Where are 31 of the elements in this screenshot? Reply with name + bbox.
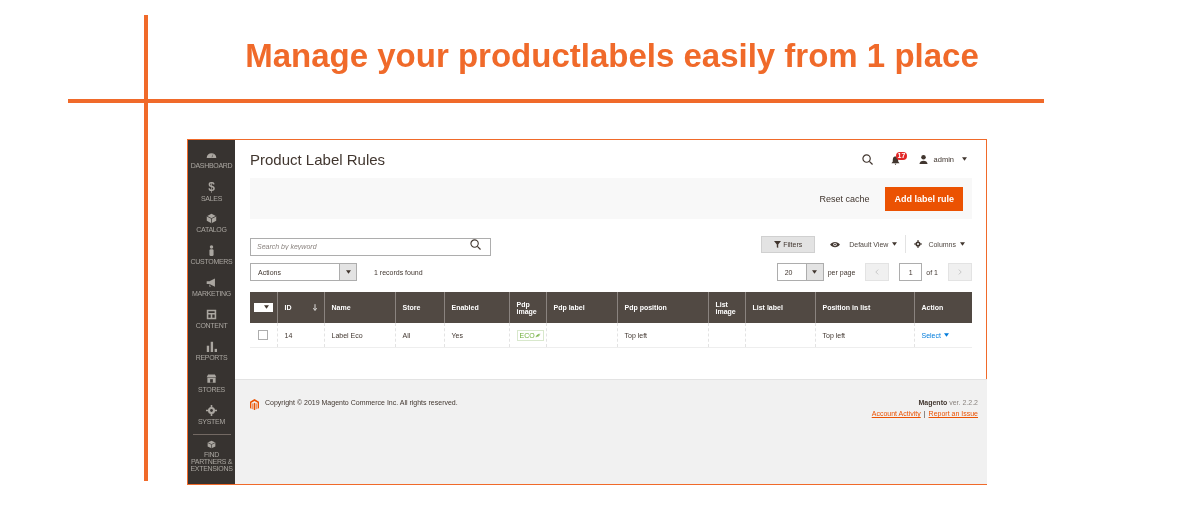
megaphone-icon[interactable] — [206, 277, 217, 288]
caret-icon — [892, 242, 898, 246]
filter-icon — [774, 240, 782, 248]
caret-icon — [345, 270, 351, 274]
caret-icon — [962, 157, 967, 161]
cube-icon[interactable] — [206, 440, 217, 449]
caret-icon — [960, 242, 965, 246]
reset-cache-button[interactable]: Reset cache — [819, 193, 870, 204]
headline: Manage your productlabels easily from 1 place — [244, 36, 980, 76]
eye-icon — [830, 240, 841, 248]
person-icon[interactable] — [206, 245, 217, 256]
leaf-icon — [534, 332, 541, 338]
layout-icon[interactable] — [206, 309, 217, 320]
caret-icon — [812, 270, 818, 274]
bar-chart-icon[interactable] — [206, 341, 217, 352]
cube-icon[interactable] — [206, 213, 217, 224]
chevron-right-icon — [958, 269, 962, 275]
caret-icon — [263, 305, 269, 309]
gear-icon — [914, 240, 923, 248]
search-icon[interactable] — [861, 153, 873, 165]
add-label-rule-button[interactable]: Add label rule — [885, 186, 963, 211]
dollar-icon[interactable]: $ — [208, 181, 215, 193]
gear-icon[interactable] — [206, 405, 217, 416]
row-checkbox[interactable] — [258, 329, 269, 340]
chevron-left-icon — [875, 269, 880, 275]
page-title: Product Label Rules — [250, 150, 386, 168]
user-icon — [918, 154, 928, 164]
caret-icon — [943, 333, 949, 337]
magento-logo-icon — [250, 399, 259, 410]
storefront-icon[interactable] — [206, 373, 217, 384]
search-icon[interactable] — [470, 239, 481, 250]
